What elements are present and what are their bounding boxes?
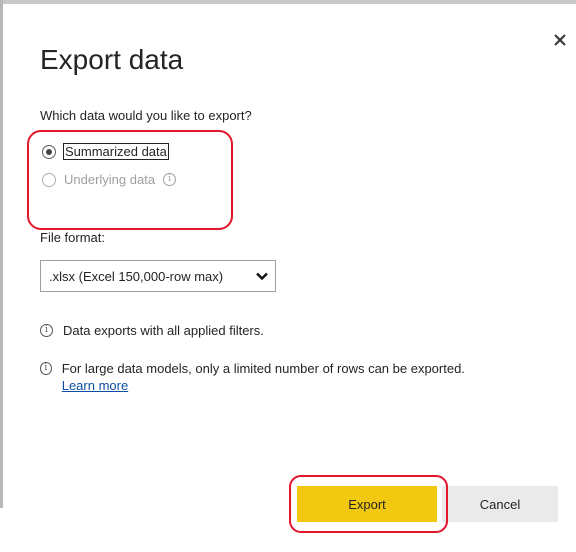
radio-summarized-data[interactable]: Summarized data [42, 143, 169, 160]
radio-label-summarized: Summarized data [63, 143, 169, 160]
export-data-dialog: Export data Which data would you like to… [12, 4, 576, 552]
export-button[interactable]: Export [297, 486, 437, 522]
dialog-title: Export data [40, 44, 184, 75]
screen: Export data Which data would you like to… [0, 0, 576, 552]
info-icon: i [40, 324, 53, 337]
note-large-models: i For large data models, only a limited … [40, 360, 480, 394]
note-text-filters: Data exports with all applied filters. [63, 323, 264, 338]
file-format-dropdown[interactable]: .xlsx (Excel 150,000-row max) [40, 260, 276, 292]
radio-label-underlying: Underlying data [64, 172, 156, 187]
file-format-label: File format: [40, 230, 106, 245]
chevron-down-icon [256, 272, 268, 281]
cancel-button[interactable]: Cancel [442, 486, 558, 522]
close-icon[interactable] [548, 28, 572, 52]
learn-more-link[interactable]: Learn more [62, 378, 128, 393]
note-text-large-models-body: For large data models, only a limited nu… [61, 361, 465, 376]
note-applied-filters: i Data exports with all applied filters. [40, 322, 264, 339]
radio-underlying-data: Underlying data i [42, 172, 177, 187]
export-question: Which data would you like to export? [40, 108, 252, 123]
info-icon[interactable]: i [163, 173, 177, 186]
file-format-value: .xlsx (Excel 150,000-row max) [49, 268, 224, 284]
close-icon-glyph [554, 34, 566, 46]
window-edge-left [0, 0, 3, 508]
radio-button-disabled [42, 172, 56, 187]
info-icon: i [40, 362, 52, 375]
note-text-large-models: For large data models, only a limited nu… [62, 360, 480, 394]
radio-button-checked[interactable] [42, 144, 56, 159]
